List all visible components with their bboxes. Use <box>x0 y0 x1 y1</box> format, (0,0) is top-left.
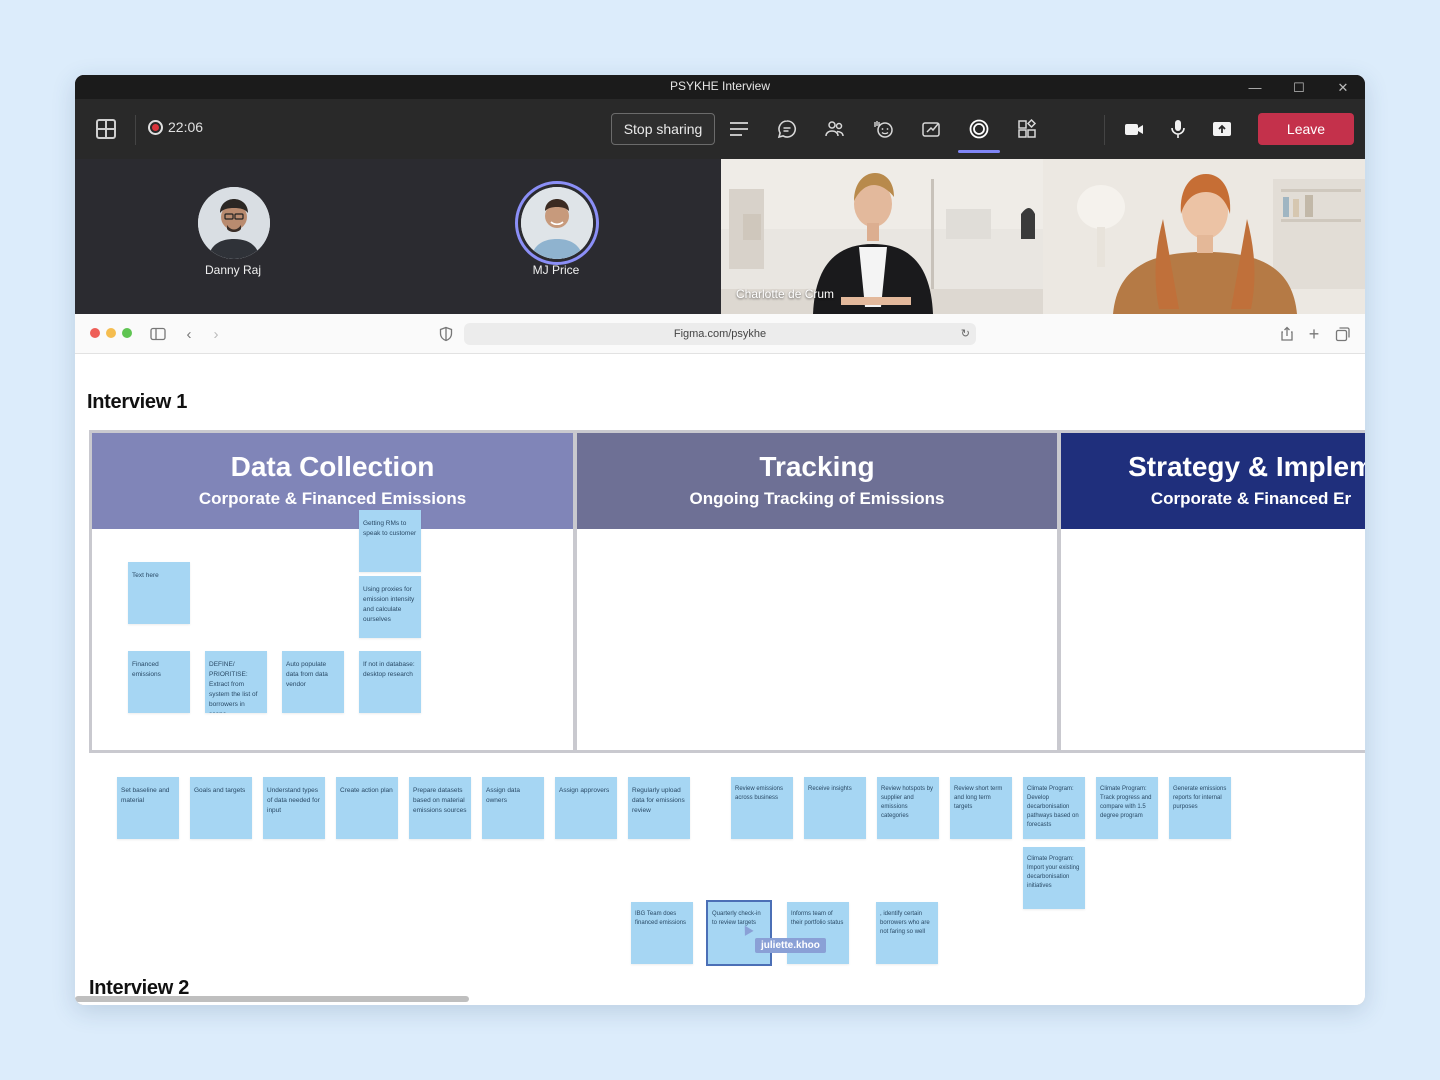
participant-video-tile[interactable]: Charlotte de Crum <box>721 159 1043 314</box>
participant-name: MJ Price <box>532 263 580 277</box>
camera-icon[interactable] <box>1122 117 1146 141</box>
sticky-note[interactable]: Assign approvers <box>555 777 617 839</box>
focus-icon[interactable] <box>967 117 991 141</box>
horizontal-scrollbar[interactable] <box>75 996 469 1002</box>
sticky-note[interactable]: Review short term and long term targets <box>950 777 1012 839</box>
leave-button[interactable]: Leave <box>1258 113 1354 145</box>
section-heading: Interview 1 <box>87 391 188 413</box>
back-icon[interactable]: ‹ <box>180 325 198 343</box>
sticky-note[interactable]: If not in database: desktop research <box>359 651 421 713</box>
apps-icon[interactable] <box>1015 117 1039 141</box>
sticky-note[interactable]: Review emissions across business <box>731 777 793 839</box>
sticky-note[interactable]: Understand types of data needed for inpu… <box>263 777 325 839</box>
sticky-note[interactable]: Receive insights <box>804 777 866 839</box>
minimize-window-dot[interactable] <box>106 328 116 338</box>
participant-tile-speaking[interactable]: MJ Price <box>398 159 721 314</box>
stop-sharing-button[interactable]: Stop sharing <box>611 113 715 145</box>
close-icon[interactable]: ✕ <box>1321 75 1365 99</box>
column-header-tracking[interactable]: Tracking Ongoing Tracking of Emissions <box>577 433 1057 529</box>
sticky-note[interactable]: Goals and targets <box>190 777 252 839</box>
column-header-data-collection[interactable]: Data Collection Corporate & Financed Emi… <box>92 433 573 529</box>
column-subtitle: Corporate & Financed Emissions <box>198 489 467 508</box>
shared-browser: ‹ › Figma.com/psykhe ↻ + Interview 1 Dat… <box>75 314 1365 1005</box>
participant-tile[interactable]: Danny Raj <box>75 159 398 314</box>
privacy-shield-icon[interactable] <box>437 325 455 343</box>
sticky-note[interactable]: Climate Program: Develop decarbonisation… <box>1023 777 1085 839</box>
people-icon[interactable] <box>823 117 847 141</box>
share-icon[interactable] <box>1210 117 1234 141</box>
figma-canvas[interactable]: Interview 1 Data Collection Corporate & … <box>75 354 1365 1005</box>
window-title: PSYKHE Interview <box>669 79 771 93</box>
sticky-note[interactable]: Generate emissions reports for internal … <box>1169 777 1231 839</box>
address-bar[interactable]: Figma.com/psykhe ↻ <box>464 323 976 345</box>
avatar <box>198 187 270 259</box>
avatar <box>521 187 593 259</box>
browser-toolbar: ‹ › Figma.com/psykhe ↻ + <box>75 314 1365 354</box>
chat-icon[interactable] <box>775 117 799 141</box>
forward-icon[interactable]: › <box>207 325 225 343</box>
column-subtitle: Corporate & Financed Er <box>1150 489 1352 508</box>
close-window-dot[interactable] <box>90 328 100 338</box>
sticky-note[interactable]: Prepare datasets based on material emiss… <box>409 777 471 839</box>
sticky-note[interactable]: Regularly upload data for emissions revi… <box>628 777 690 839</box>
active-tab-indicator <box>958 150 1000 153</box>
sticky-note[interactable]: , identify certain borrowers who are not… <box>876 902 938 964</box>
sticky-note[interactable]: DEFINE/ PRIORITISE: Extract from system … <box>205 651 267 713</box>
record-icon <box>148 119 163 135</box>
sticky-note[interactable]: Set baseline and material <box>117 777 179 839</box>
share-upload-icon[interactable] <box>1278 325 1296 343</box>
teams-window: PSYKHE Interview — ☐ ✕ 22:06 Stop sharin… <box>75 75 1365 1005</box>
participant-stage: Danny Raj MJ Price Charlotte de Crum <box>75 159 1365 314</box>
sticky-note[interactable]: Create action plan <box>336 777 398 839</box>
minimize-icon[interactable]: — <box>1233 75 1277 99</box>
participant-name: Charlotte de Crum <box>736 287 835 301</box>
journey-board[interactable]: Data Collection Corporate & Financed Emi… <box>89 430 1365 753</box>
recording-indicator: 22:06 <box>148 119 203 135</box>
sticky-note[interactable]: Getting RMs to speak to customer <box>359 510 421 572</box>
recording-timer: 22:06 <box>168 119 204 135</box>
participant-video-tile[interactable] <box>1043 159 1365 314</box>
participant-name: Danny Raj <box>204 263 262 277</box>
column-header-strategy[interactable]: Strategy & Implem Corporate & Financed E… <box>1061 433 1365 529</box>
sticky-note[interactable]: Climate Program: Import your existing de… <box>1023 847 1085 909</box>
reactions-icon[interactable] <box>871 117 895 141</box>
toolbar-divider <box>135 115 136 145</box>
new-tab-icon[interactable]: + <box>1305 324 1323 344</box>
maximize-icon[interactable]: ☐ <box>1277 75 1321 99</box>
video-feed <box>1043 159 1365 314</box>
column-title: Tracking <box>759 451 875 482</box>
sticky-note[interactable]: Financed emissions <box>128 651 190 713</box>
layout-grid-icon[interactable] <box>96 119 116 139</box>
sticky-note[interactable]: Auto populate data from data vendor <box>282 651 344 713</box>
meeting-toolbar: 22:06 Stop sharing Leave <box>75 99 1365 159</box>
collaborator-cursor-label: juliette.khoo <box>755 938 826 953</box>
url-text: Figma.com/psykhe <box>673 328 767 340</box>
column-title: Strategy & Implem <box>1128 451 1365 482</box>
sticky-note-selected[interactable]: Quarterly check-in to review targets <box>706 900 772 966</box>
sticky-note[interactable]: Text here <box>128 562 190 624</box>
tabs-overview-icon[interactable] <box>1334 325 1352 343</box>
sticky-note[interactable]: Assign data owners <box>482 777 544 839</box>
sticky-note[interactable]: Informs team of their portfolio status <box>787 902 849 964</box>
reload-icon[interactable]: ↻ <box>961 323 970 345</box>
title-bar: PSYKHE Interview — ☐ ✕ <box>75 75 1365 99</box>
column-subtitle: Ongoing Tracking of Emissions <box>689 489 945 508</box>
toolbar-divider <box>1104 115 1105 145</box>
mic-icon[interactable] <box>1166 117 1190 141</box>
zoom-window-dot[interactable] <box>122 328 132 338</box>
window-controls: — ☐ ✕ <box>1233 75 1365 99</box>
list-icon[interactable] <box>727 117 751 141</box>
sidebar-icon[interactable] <box>149 325 167 343</box>
sticky-note[interactable]: Climate Program: Track progress and comp… <box>1096 777 1158 839</box>
column-title: Data Collection <box>230 451 435 482</box>
sticky-note[interactable]: Review hotspots by supplier and emission… <box>877 777 939 839</box>
whiteboard-icon[interactable] <box>919 117 943 141</box>
sticky-note[interactable]: Using proxies for emission intensity and… <box>359 576 421 638</box>
sticky-note[interactable]: IBG Team does financed emissions <box>631 902 693 964</box>
